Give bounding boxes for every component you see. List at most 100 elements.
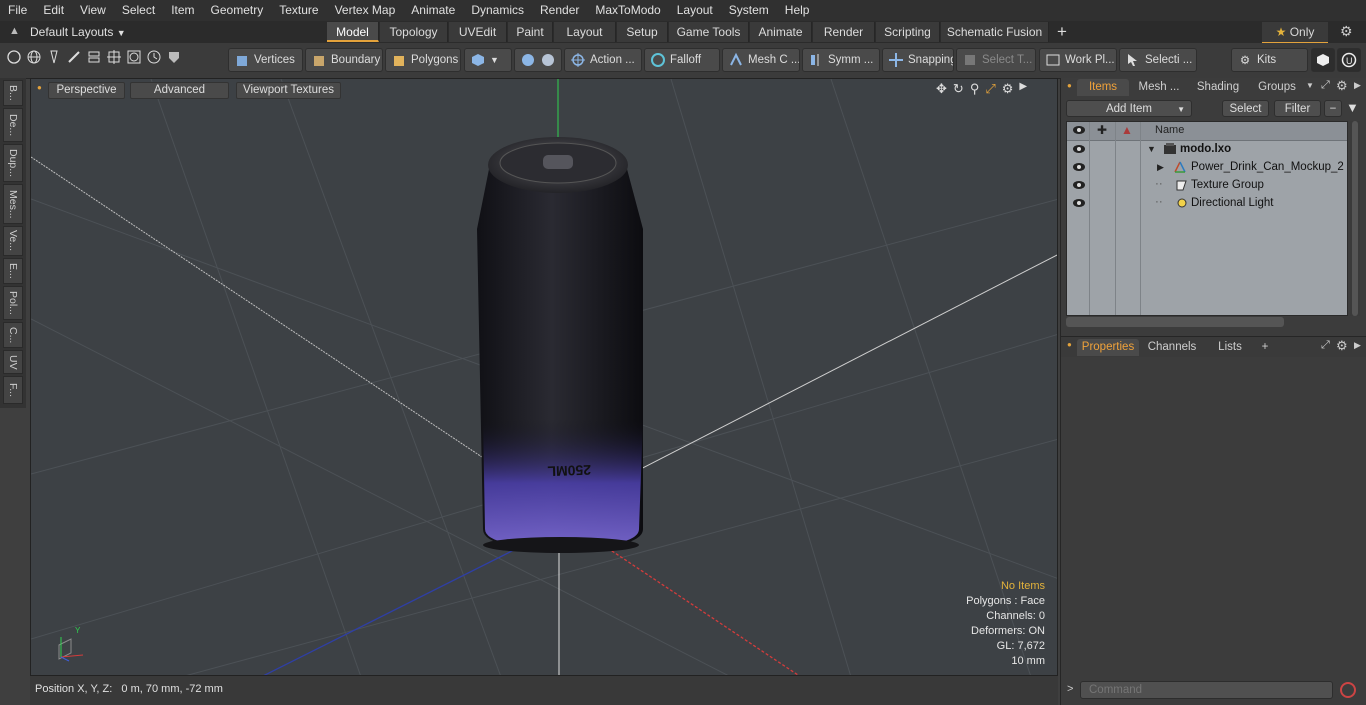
collapse-list-button[interactable]: − — [1324, 100, 1342, 117]
menu-view[interactable]: View — [72, 0, 114, 21]
visibility-eye-icon[interactable] — [1072, 179, 1086, 191]
menu-render[interactable]: Render — [532, 0, 587, 21]
viewport-menu-icon[interactable]: ● — [37, 83, 42, 92]
tab-mesh-ops[interactable]: Mesh ... — [1133, 79, 1185, 96]
item-mode-button[interactable]: ▼ — [464, 48, 512, 72]
properties-menu-icon[interactable]: ● — [1067, 340, 1072, 349]
play-arrow-icon[interactable]: ▶ — [1019, 81, 1027, 97]
menu-animate[interactable]: Animate — [403, 0, 463, 21]
maximize-view-icon[interactable]: ⤢ — [985, 81, 995, 97]
tab-schematic-fusion[interactable]: Schematic Fusion — [941, 22, 1049, 42]
chevron-down-icon[interactable]: ▼ — [1306, 81, 1314, 90]
tab-items[interactable]: Items — [1077, 79, 1129, 96]
menu-edit[interactable]: Edit — [35, 0, 72, 21]
globe-icon[interactable] — [26, 49, 42, 65]
add-item-button[interactable]: Add Item ▼ — [1066, 100, 1192, 117]
menu-select[interactable]: Select — [114, 0, 163, 21]
left-tab-polygon[interactable]: Pol... — [3, 286, 23, 320]
brush-icon[interactable] — [66, 49, 82, 65]
list-item-mesh[interactable]: ▶ Power_Drink_Can_Mockup_2 ... — [1067, 158, 1347, 176]
left-tab-fusion[interactable]: F... — [3, 376, 23, 404]
tab-setup[interactable]: Setup — [617, 22, 668, 42]
mesh-constraint-button[interactable]: Mesh C ... — [722, 48, 800, 72]
circle-select-icon[interactable] — [6, 49, 22, 65]
perspective-button[interactable]: Perspective — [48, 82, 125, 99]
modo-cube-button[interactable] — [1311, 48, 1335, 72]
clock-icon[interactable] — [146, 49, 162, 65]
visibility-eye-icon[interactable] — [1072, 161, 1086, 173]
polygons-button[interactable]: Polygons — [385, 48, 461, 72]
list-item-directional-light[interactable]: ·· Directional Light — [1067, 194, 1347, 212]
selection-sets-button[interactable]: Selecti ... — [1119, 48, 1197, 72]
menu-item[interactable]: Item — [163, 0, 202, 21]
power-drink-can[interactable] — [477, 137, 643, 553]
vertices-button[interactable]: Vertices — [228, 48, 303, 72]
left-tab-basic[interactable]: B... — [3, 80, 23, 106]
action-center-button[interactable]: Action ... — [564, 48, 642, 72]
element-icon[interactable] — [126, 49, 142, 65]
list-item-texture-group[interactable]: ·· Texture Group — [1067, 176, 1347, 194]
kits-button[interactable]: ⚙ Kits — [1231, 48, 1308, 72]
left-tab-mesh-edit[interactable]: Mes... — [3, 184, 23, 224]
funnel-filter-icon[interactable]: ▼ — [1346, 100, 1359, 115]
left-tab-duplicate[interactable]: Dup... — [3, 144, 23, 182]
tab-uvedit[interactable]: UVEdit — [449, 22, 507, 42]
symmetry-button[interactable]: Symm ... — [802, 48, 880, 72]
left-tab-curve[interactable]: C... — [3, 322, 23, 348]
layout-collapse-icon[interactable]: ▲ — [9, 25, 20, 37]
tab-render[interactable]: Render — [813, 22, 875, 42]
tab-topology[interactable]: Topology — [380, 22, 448, 42]
play-arrow-icon[interactable]: ▶ — [1354, 340, 1361, 351]
menu-layout[interactable]: Layout — [669, 0, 721, 21]
advanced-button[interactable]: Advanced — [130, 82, 229, 99]
play-arrow-icon[interactable]: ▶ — [1354, 80, 1361, 91]
viewport-settings-gear-icon[interactable]: ⚙ — [1002, 81, 1014, 97]
viewport-textures-button[interactable]: Viewport Textures — [236, 82, 341, 99]
tab-groups[interactable]: Groups — [1251, 79, 1303, 96]
settings-gear-icon[interactable]: ⚙ — [1340, 23, 1353, 40]
expand-panel-icon[interactable]: ⤢ — [1321, 339, 1330, 352]
select-through-button[interactable]: Select T... — [956, 48, 1036, 72]
tab-properties[interactable]: Properties — [1077, 339, 1139, 356]
menu-system[interactable]: System — [721, 0, 777, 21]
add-properties-tab-button[interactable]: + — [1257, 339, 1273, 356]
falloff-button[interactable]: Falloff — [644, 48, 720, 72]
work-plane-button[interactable]: Work Pl... — [1039, 48, 1117, 72]
tab-channels[interactable]: Channels — [1145, 339, 1199, 356]
align-icon[interactable] — [86, 49, 102, 65]
command-input[interactable] — [1080, 681, 1333, 699]
left-tab-deform[interactable]: De... — [3, 108, 23, 142]
item-list-horizontal-scrollbar[interactable] — [1066, 317, 1284, 327]
menu-vertex-map[interactable]: Vertex Map — [327, 0, 404, 21]
3d-viewport[interactable]: 250ML Y ● Perspective Advanced Viewport … — [30, 78, 1058, 676]
menu-texture[interactable]: Texture — [271, 0, 326, 21]
visibility-eye-icon[interactable] — [1072, 143, 1086, 155]
collapse-arrow-icon[interactable]: ▶ — [1157, 158, 1164, 176]
menu-maxtomodo[interactable]: MaxToModo — [587, 0, 668, 21]
zoom-view-icon[interactable]: ⚲ — [970, 81, 980, 97]
tab-game-tools[interactable]: Game Tools — [669, 22, 749, 42]
list-item-scene[interactable]: ▼ modo.lxo — [1067, 140, 1347, 158]
tab-paint[interactable]: Paint — [508, 22, 553, 42]
symmetry-modes-button[interactable] — [514, 48, 562, 72]
boundary-button[interactable]: Boundary — [305, 48, 383, 72]
shield-icon[interactable] — [166, 49, 182, 65]
items-settings-gear-icon[interactable]: ⚙ — [1336, 78, 1348, 94]
snapping-button[interactable]: Snapping — [882, 48, 954, 72]
tab-animate[interactable]: Animate — [750, 22, 812, 42]
add-tab-icon[interactable]: + — [1057, 22, 1067, 42]
transform-icon[interactable] — [106, 49, 122, 65]
visibility-eye-icon[interactable] — [1072, 197, 1086, 209]
left-tab-uv[interactable]: UV — [3, 350, 23, 374]
tab-lists[interactable]: Lists — [1205, 339, 1255, 356]
expand-arrow-icon[interactable]: ▼ — [1147, 140, 1156, 158]
filter-button[interactable]: Filter — [1274, 100, 1321, 117]
menu-geometry[interactable]: Geometry — [203, 0, 272, 21]
only-toggle[interactable]: ★ Only — [1262, 22, 1328, 44]
move-view-icon[interactable]: ✥ — [936, 81, 947, 97]
record-macro-icon[interactable] — [1340, 682, 1356, 698]
rotate-view-icon[interactable]: ↻ — [953, 81, 964, 97]
tab-model[interactable]: Model — [327, 22, 379, 42]
tab-layout[interactable]: Layout — [554, 22, 616, 42]
items-panel-menu-icon[interactable]: ● — [1067, 81, 1072, 90]
